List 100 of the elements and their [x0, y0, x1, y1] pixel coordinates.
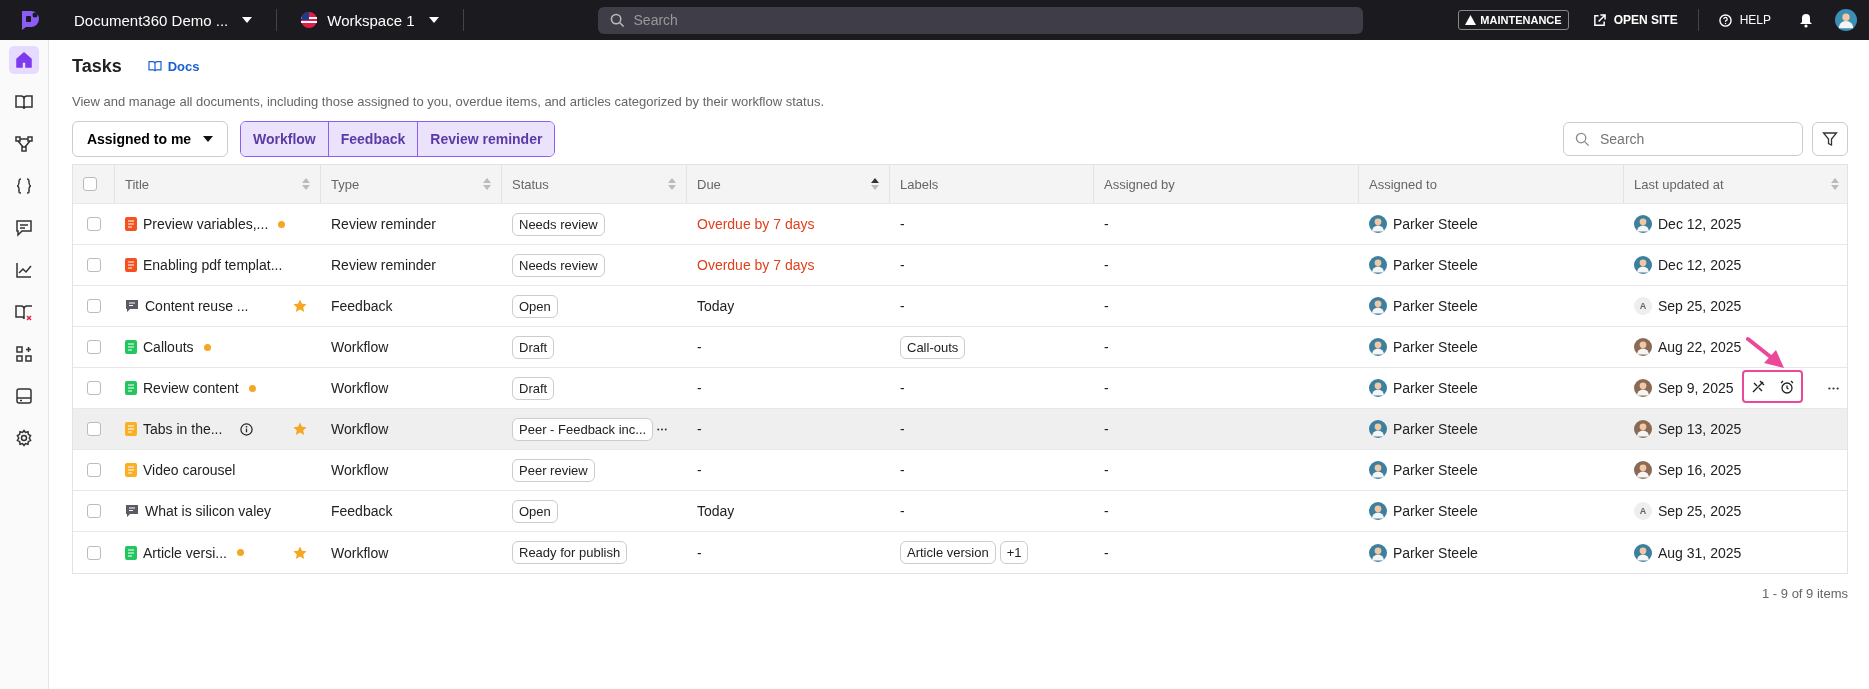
updated-date: Sep 9, 2025	[1658, 380, 1734, 396]
checkbox[interactable]	[87, 545, 101, 560]
column-header: Labels	[900, 176, 939, 192]
status-badge: Draft	[512, 335, 555, 359]
checkbox[interactable]	[87, 463, 101, 477]
column-header: Status	[512, 176, 549, 192]
updated-date: Dec 12, 2025	[1658, 216, 1742, 232]
checkbox[interactable]	[83, 177, 97, 191]
avatar-icon	[1369, 297, 1387, 315]
assignee-name: Parker Steele	[1393, 421, 1478, 437]
table-cell: -	[1104, 257, 1109, 273]
comment-icon	[125, 504, 139, 518]
assignee-name: Parker Steele	[1393, 257, 1478, 273]
task-title[interactable]: Preview variables,...	[143, 216, 269, 232]
alarm-clock-icon[interactable]	[1779, 379, 1794, 394]
avatar: A	[1634, 297, 1652, 315]
table-cell: Workflow	[331, 462, 389, 478]
assigned-dropdown[interactable]: Assigned to me	[72, 121, 228, 157]
docs-link[interactable]: Docs	[147, 58, 200, 74]
warning-icon	[1465, 15, 1477, 25]
search-field[interactable]: Search	[597, 6, 1363, 34]
table-cell: -	[900, 421, 905, 437]
avatar-icon	[1369, 461, 1387, 479]
caret-icon	[428, 17, 439, 23]
status-badge: Ready for publish	[512, 541, 628, 564]
open-site-link[interactable]: OPEN SITE	[1586, 12, 1684, 28]
table-cell: -	[1104, 380, 1109, 396]
annotation-arrow	[1746, 336, 1786, 370]
maintenance-button[interactable]: MAINTENANCE	[1458, 10, 1569, 30]
status-badge: Open	[512, 499, 558, 523]
updated-date: Sep 25, 2025	[1658, 298, 1742, 314]
due-date: -	[697, 421, 702, 437]
page-title: Tasks	[72, 55, 122, 77]
filter-tab[interactable]: Workflow	[241, 122, 329, 156]
filter-tab[interactable]: Feedback	[328, 122, 419, 156]
column-header: Last updated at	[1634, 176, 1724, 192]
star-icon[interactable]	[293, 422, 307, 436]
updated-date: Sep 16, 2025	[1658, 462, 1742, 478]
task-title[interactable]: Callouts	[143, 339, 194, 355]
user-avatar[interactable]	[1835, 9, 1857, 31]
task-title[interactable]: Article versi...	[143, 544, 227, 561]
avatar-icon	[1369, 502, 1387, 520]
table-cell: -	[900, 462, 905, 478]
column-header: Due	[697, 176, 721, 192]
sort-icon[interactable]	[871, 178, 879, 190]
star-icon[interactable]	[293, 299, 307, 313]
task-title[interactable]: Enabling pdf templat...	[143, 257, 283, 273]
updated-date: Aug 22, 2025	[1658, 339, 1742, 355]
table-cell: -	[1104, 339, 1109, 355]
avatar-icon	[1369, 543, 1387, 562]
table-cell: -	[1104, 462, 1109, 478]
info-icon[interactable]	[240, 422, 254, 436]
assignee-name: Parker Steele	[1393, 503, 1478, 519]
caret-icon	[242, 17, 253, 23]
checkbox[interactable]	[87, 258, 101, 272]
due-date: Overdue by 7 days	[697, 216, 815, 232]
task-title[interactable]: Review content	[143, 380, 239, 396]
workspace-dropdown[interactable]: Workspace 1	[291, 11, 449, 29]
task-title[interactable]: Video carousel	[143, 462, 236, 478]
table-cell: -	[900, 216, 905, 232]
more-icon[interactable]	[1828, 387, 1839, 390]
assignee-name: Parker Steele	[1393, 298, 1478, 314]
avatar-icon	[1369, 420, 1387, 438]
avatar-icon	[1369, 338, 1387, 356]
updated-date: Dec 12, 2025	[1658, 257, 1742, 273]
checkbox[interactable]	[87, 299, 101, 313]
status-badge: Open	[512, 294, 558, 318]
task-title[interactable]: What is silicon valey	[145, 503, 272, 519]
sidebar-home-icon[interactable]	[9, 46, 39, 74]
help-button[interactable]: HELP	[1712, 12, 1777, 28]
column-header: Title	[125, 176, 150, 192]
table-cell: -	[900, 380, 905, 396]
remove-assignee-icon[interactable]	[1751, 379, 1766, 394]
checkbox[interactable]	[87, 340, 101, 354]
status-badge: Peer review	[512, 458, 595, 482]
label-tag: +1	[999, 541, 1029, 564]
filter-button[interactable]	[1812, 122, 1848, 156]
column-header: Assigned to	[1369, 176, 1437, 192]
due-date: -	[697, 462, 702, 478]
table-cell: Workflow	[331, 421, 389, 437]
task-title[interactable]: Tabs in the...	[143, 421, 223, 437]
checkbox[interactable]	[87, 504, 101, 518]
bell-icon[interactable]	[1799, 12, 1813, 28]
checkbox[interactable]	[87, 422, 101, 436]
status-badge: Needs review	[512, 212, 605, 236]
star-icon[interactable]	[293, 545, 307, 560]
filter-icon	[1822, 131, 1838, 147]
checkbox[interactable]	[87, 217, 101, 231]
filter-tab[interactable]: Review reminder	[418, 122, 555, 156]
task-title[interactable]: Content reuse ...	[145, 298, 249, 314]
checkbox[interactable]	[87, 381, 101, 395]
table-cell: Feedback	[331, 503, 393, 519]
table-cell: Review reminder	[331, 216, 437, 232]
table-cell: -	[1104, 298, 1109, 314]
updated-date: Sep 13, 2025	[1658, 421, 1742, 437]
project-dropdown[interactable]: Document360 Demo ...	[64, 11, 263, 29]
avatar-icon	[1369, 215, 1387, 233]
updated-date: Sep 25, 2025	[1658, 503, 1742, 519]
search-field[interactable]: Search	[1563, 122, 1803, 156]
table-cell: -	[900, 503, 905, 519]
